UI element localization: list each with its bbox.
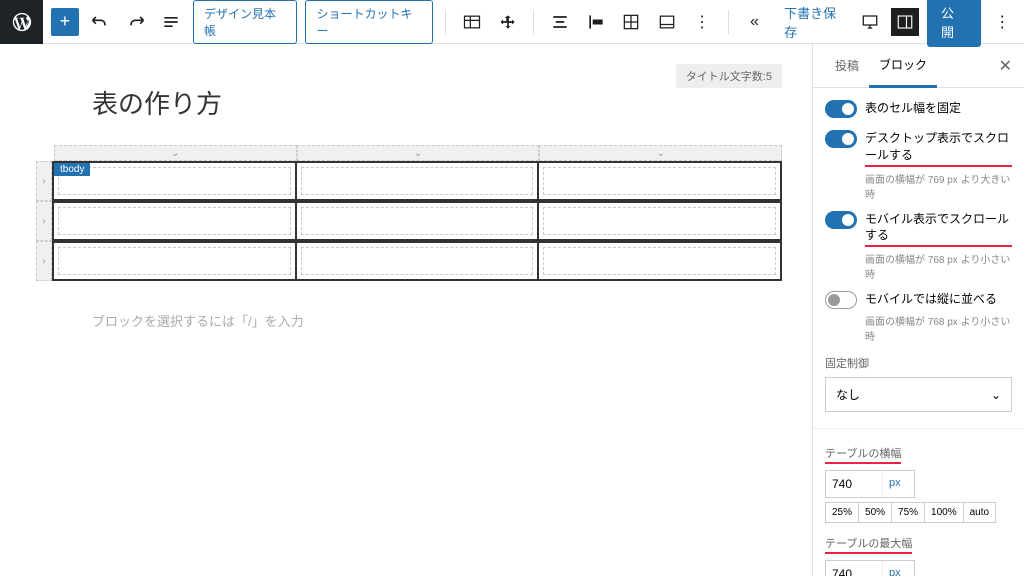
preset-button[interactable]: auto [963, 502, 996, 523]
design-sample-chip[interactable]: デザイン見本帳 [193, 0, 297, 44]
panel-icon[interactable] [653, 8, 680, 36]
toggle-label: モバイル表示でスクロールする [865, 211, 1012, 248]
table-maxwidth-input[interactable]: px [825, 560, 915, 576]
align-left-icon[interactable] [582, 8, 609, 36]
desktop-view-button[interactable] [856, 8, 884, 36]
more-menu-icon[interactable]: ⋮ [989, 8, 1016, 36]
table-cell[interactable] [296, 242, 539, 280]
table-cell[interactable] [296, 202, 539, 240]
publish-button[interactable]: 公開 [927, 0, 981, 47]
row-handle[interactable]: › [36, 241, 52, 281]
wordpress-logo[interactable] [0, 0, 43, 44]
table-cell[interactable] [538, 202, 781, 240]
toggle-fixed-cell[interactable] [825, 100, 857, 118]
toggle-note: 画面の横幅が 768 px より小さい時 [865, 251, 1012, 281]
undo-icon[interactable] [87, 8, 114, 36]
table-width-input[interactable]: px [825, 470, 915, 498]
tbody-tag: tbody [54, 163, 90, 176]
align-icon[interactable] [546, 8, 573, 36]
toggle-note: 画面の横幅が 768 px より小さい時 [865, 313, 1012, 343]
redo-icon[interactable] [122, 8, 149, 36]
toggle-label: モバイルでは縦に並べる [865, 291, 997, 308]
block-placeholder[interactable]: ブロックを選択するには「/」を入力 [92, 311, 782, 330]
col-handle[interactable]: ⌄ [297, 145, 540, 161]
table-cell[interactable] [538, 162, 781, 200]
preset-button[interactable]: 100% [924, 502, 964, 523]
char-count-badge: タイトル文字数:5 [676, 64, 782, 88]
toggle-desktop-scroll[interactable] [825, 130, 857, 148]
col-handle[interactable]: ⌄ [539, 145, 782, 161]
col-handle[interactable]: ⌄ [54, 145, 297, 161]
tab-block[interactable]: ブロック [869, 44, 937, 88]
add-block-button[interactable]: + [51, 8, 78, 36]
fixed-control-select[interactable]: なし⌄ [825, 377, 1012, 412]
field-label: テーブルの最大幅 [825, 535, 912, 554]
toggle-label: デスクトップ表示でスクロールする [865, 130, 1012, 167]
table-cell[interactable] [296, 162, 539, 200]
preset-button[interactable]: 50% [858, 502, 892, 523]
list-view-icon[interactable] [158, 8, 185, 36]
field-label: テーブルの横幅 [825, 445, 901, 464]
grid-icon[interactable] [617, 8, 644, 36]
table-icon[interactable] [458, 8, 485, 36]
row-handle[interactable]: › [36, 201, 52, 241]
toggle-mobile-scroll[interactable] [825, 211, 857, 229]
toggle-label: 表のセル幅を固定 [865, 100, 961, 117]
toggle-note: 画面の横幅が 769 px より大きい時 [865, 171, 1012, 201]
toggle-mobile-stack[interactable] [825, 291, 857, 309]
preset-button[interactable]: 75% [891, 502, 925, 523]
shortcut-chip[interactable]: ショートカットキー [305, 0, 433, 44]
table-cell[interactable] [53, 242, 296, 280]
table-cell[interactable] [538, 242, 781, 280]
close-sidebar-icon[interactable]: ✕ [999, 56, 1012, 76]
more-toolbar-icon[interactable]: ⋮ [688, 8, 715, 36]
sidebar-toggle-button[interactable] [891, 8, 919, 36]
page-title[interactable]: 表の作り方 [92, 84, 782, 121]
table-block[interactable]: tbody ⌄ ⌄ ⌄ › › › [36, 145, 782, 281]
save-draft-link[interactable]: 下書き保存 [784, 3, 848, 41]
collapse-icon[interactable]: « [741, 8, 768, 36]
chevron-down-icon: ⌄ [991, 388, 1001, 402]
tab-post[interactable]: 投稿 [825, 45, 869, 86]
move-icon[interactable] [494, 8, 521, 36]
preset-button[interactable]: 25% [825, 502, 859, 523]
field-label: 固定制御 [825, 355, 1012, 371]
row-handle[interactable]: › [36, 161, 52, 201]
table-cell[interactable] [53, 202, 296, 240]
